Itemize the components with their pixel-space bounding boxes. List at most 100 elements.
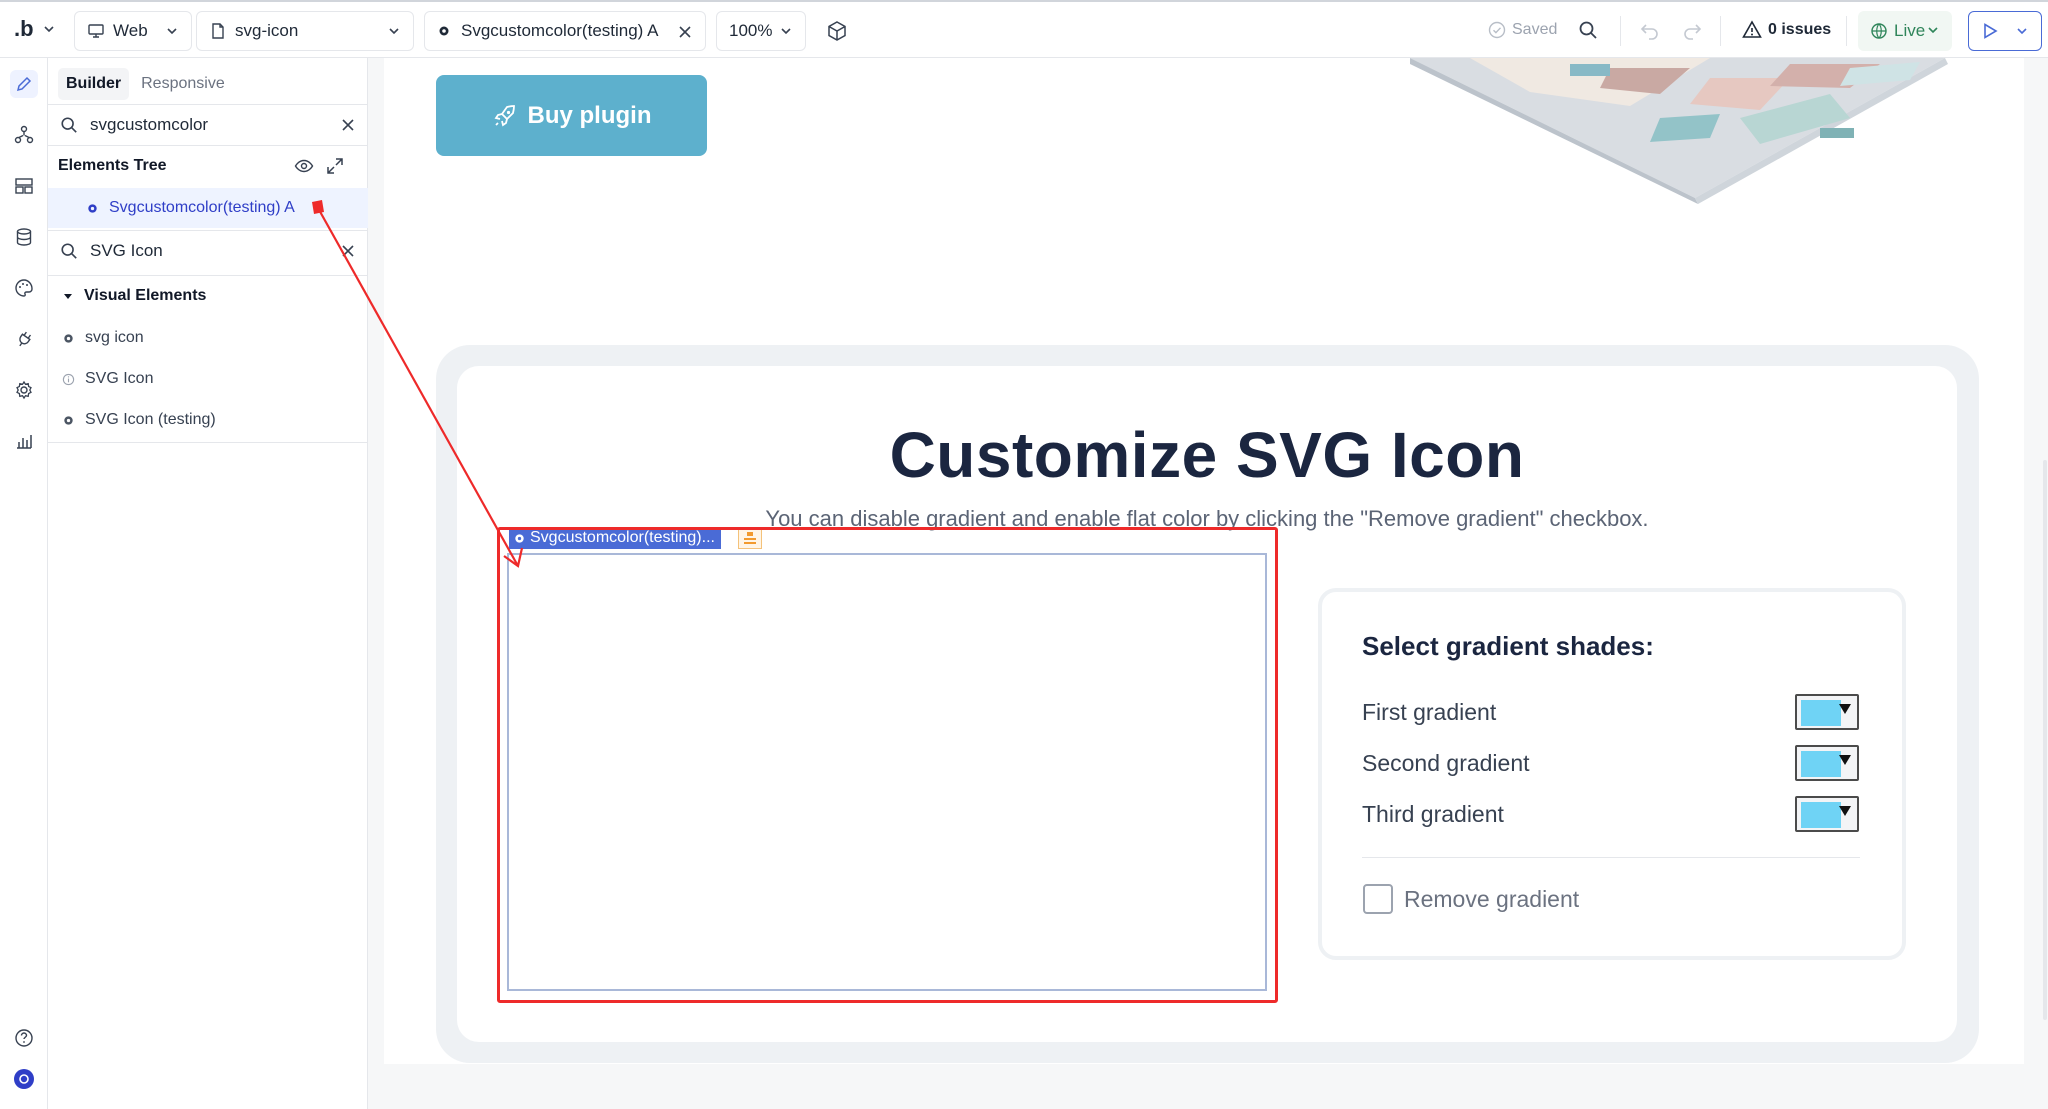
caret-down-icon [64,294,72,299]
swatch-fill [1801,802,1841,828]
workflow-icon [14,125,34,144]
app-root: .b Web svg-icon Svgcustomcolor(testing) … [0,0,2048,1109]
left-icon-rail [0,58,48,1109]
annotation-highlight-box [497,527,1278,1003]
buy-plugin-label: Buy plugin [527,101,652,129]
result-item-label: SVG Icon [85,370,154,387]
gradient-label: First gradient [1362,699,1497,725]
elements-search-input[interactable]: svgcustomcolor [90,115,208,135]
platform-dropdown[interactable]: Web [74,11,192,51]
rail-analytics[interactable] [10,427,38,455]
visual-elements-header[interactable]: Visual Elements [48,276,368,316]
zoom-label: 100% [729,21,773,40]
issues-label: 0 issues [1768,21,1832,38]
info-icon [62,373,75,385]
add-element-search-input[interactable]: SVG Icon [90,241,163,261]
help-icon [15,1029,33,1047]
issues-button[interactable]: 0 issues [1742,20,1831,40]
search-icon [61,117,77,133]
elements-tree-header: Elements Tree [48,146,368,186]
gradient-label: Third gradient [1362,801,1504,827]
divider [48,442,368,443]
rail-workflow[interactable] [10,121,38,149]
tab-builder[interactable]: Builder [58,68,130,100]
rail-help[interactable] [10,1024,38,1052]
cube-button[interactable] [826,20,848,42]
tree-item-label: Svgcustomcolor(testing) A [109,199,295,216]
visual-elements-title: Visual Elements [84,287,207,304]
live-dropdown[interactable]: Live [1858,11,1952,51]
chevron-down-icon [43,26,54,33]
preview-dropdown[interactable] [1968,11,2042,51]
warning-icon [1742,20,1762,38]
remove-gradient-label[interactable]: Remove gradient [1404,886,1579,913]
element-tab[interactable]: Svgcustomcolor(testing) A [424,11,706,51]
element-tab-label: Svgcustomcolor(testing) A [461,21,659,40]
globe-icon [1871,23,1887,39]
result-item-svg-icon-info[interactable]: SVG Icon [48,359,368,399]
zoom-dropdown[interactable]: 100% [716,11,806,51]
result-item-label: SVG Icon (testing) [85,411,216,428]
elements-tree-title: Elements Tree [58,157,167,174]
rail-design[interactable] [10,70,38,98]
caret-down-icon [1839,806,1851,816]
close-icon[interactable] [340,117,356,133]
redo-button[interactable] [1682,21,1702,41]
canvas-scrollbar[interactable] [2043,460,2047,1020]
undo-button[interactable] [1640,21,1660,41]
panel-tabs: Builder Responsive [58,68,233,100]
search-button[interactable] [1578,20,1598,40]
rail-data[interactable] [10,223,38,251]
caret-down-icon [1839,755,1851,765]
rail-plugins[interactable] [10,325,38,353]
top-bar: .b Web svg-icon Svgcustomcolor(testing) … [0,0,2048,58]
app-logo[interactable]: .b [14,16,56,42]
tab-responsive[interactable]: Responsive [133,68,233,100]
rail-settings[interactable] [10,376,38,404]
elements-search[interactable]: svgcustomcolor [48,105,368,145]
buy-plugin-button[interactable]: Buy plugin [436,75,707,156]
page-title: Customize SVG Icon [889,419,1525,491]
gear-icon [64,415,73,425]
divider [1362,857,1860,858]
chevron-down-icon [167,28,177,35]
swatch-fill [1801,700,1841,726]
search-icon [1579,21,1597,39]
close-icon[interactable] [340,243,356,259]
database-icon [16,228,32,246]
caret-down-icon [1839,704,1851,714]
logo-text: .b [14,16,34,41]
tree-item-svgcustomcolor[interactable]: Svgcustomcolor(testing) A [48,188,368,228]
saved-label: Saved [1512,21,1558,38]
undo-icon [1640,24,1658,40]
close-icon[interactable] [677,24,693,40]
expand-icon[interactable] [326,157,344,175]
eye-icon[interactable] [294,156,314,176]
avatar-icon [14,1069,34,1089]
saved-status: Saved [1488,21,1557,39]
remove-gradient-checkbox[interactable] [1363,884,1393,914]
result-item-svg-icon[interactable]: svg icon [48,318,368,358]
rail-palette[interactable] [10,274,38,302]
add-element-search[interactable]: SVG Icon [48,231,368,271]
platform-label: Web [113,21,148,40]
result-item-svg-icon-testing[interactable]: SVG Icon (testing) [48,400,368,440]
rail-styles[interactable] [10,172,38,200]
cube-icon [828,21,846,41]
color-picker-second[interactable] [1795,745,1859,781]
play-icon [1984,23,1998,39]
divider [1846,16,1847,46]
color-picker-third[interactable] [1795,796,1859,832]
gradient-label: Second gradient [1362,750,1530,776]
divider [1620,16,1621,46]
gear-icon [88,203,97,213]
page-dropdown[interactable]: svg-icon [196,11,414,51]
gear-icon [16,380,32,400]
user-avatar[interactable] [10,1065,38,1093]
color-picker-first[interactable] [1795,694,1859,730]
chevron-down-icon [1928,27,1938,34]
palette-icon [15,279,33,297]
rocket-icon [494,104,515,126]
file-icon [212,23,224,39]
plug-icon [19,331,32,347]
